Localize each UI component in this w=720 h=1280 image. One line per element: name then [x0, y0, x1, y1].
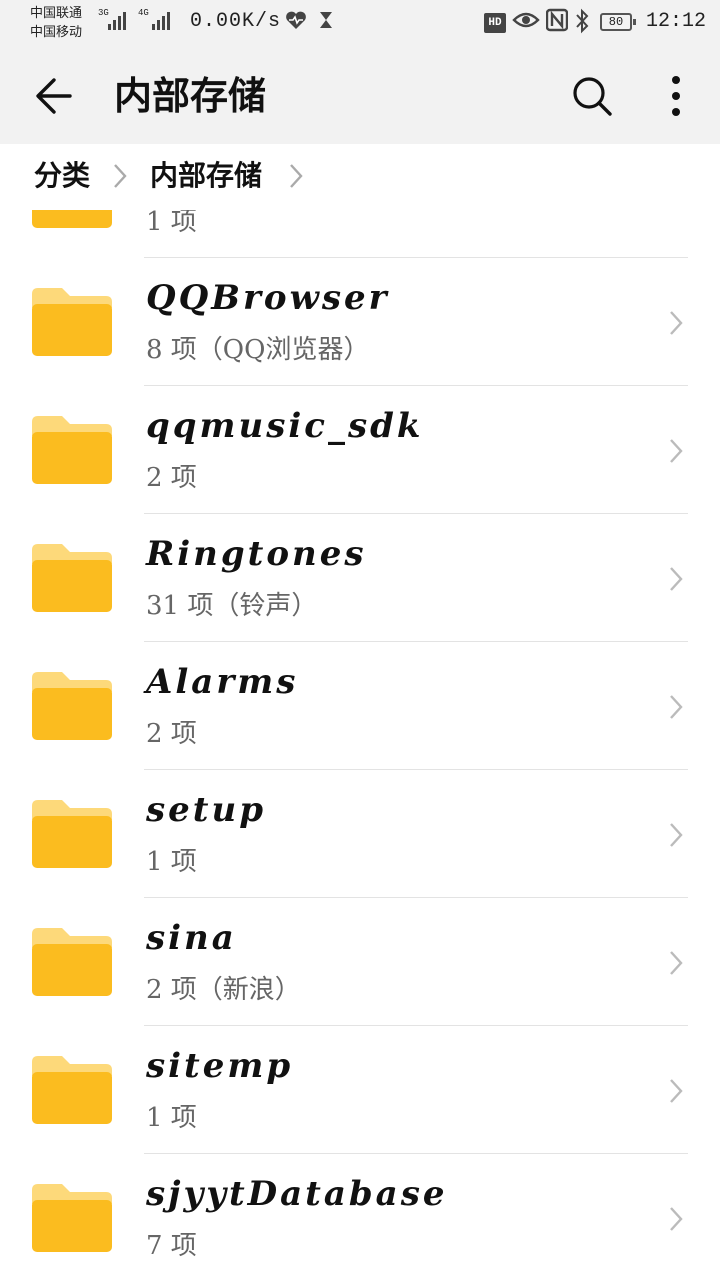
- folder-name: sjyytDatabase: [146, 1174, 448, 1214]
- folder-name: sitemp: [146, 1046, 294, 1086]
- network-speed: 0.00K/s: [190, 10, 282, 33]
- more-options-button[interactable]: [656, 70, 696, 122]
- folder-item-count: 7 项: [146, 1231, 197, 1261]
- folder-icon: [32, 288, 112, 356]
- list-item[interactable]: sina 2 项（新浪）: [0, 898, 720, 1026]
- eye-icon: [512, 8, 540, 41]
- list-item[interactable]: sjyytDatabase 7 项: [0, 1154, 720, 1280]
- folder-icon: [32, 928, 112, 996]
- breadcrumb: 分类 内部存储: [0, 144, 720, 210]
- list-item[interactable]: Alarms 2 项: [0, 642, 720, 770]
- folder-name: setup: [146, 790, 266, 830]
- battery-icon: 80: [600, 13, 636, 31]
- list-item[interactable]: QQBrowser 8 项（QQ浏览器）: [0, 258, 720, 386]
- breadcrumb-item-internal-storage[interactable]: 内部存储: [150, 158, 262, 194]
- folder-item-count: 8 项（QQ浏览器）: [146, 335, 370, 365]
- folder-item-count: 2 项（新浪）: [146, 975, 301, 1005]
- status-bar: 中国联通 中国移动 3G 4G 0.00K/s HD 80 12:12: [0, 0, 720, 48]
- list-item[interactable]: setup 1 项: [0, 770, 720, 898]
- back-button[interactable]: [26, 68, 82, 124]
- folder-item-count: 31 项（铃声）: [146, 591, 318, 621]
- breadcrumb-item-category[interactable]: 分类: [34, 158, 90, 194]
- folder-name: qqmusic_sdk: [146, 406, 424, 446]
- folder-item-count: 2 项: [146, 463, 197, 493]
- folder-icon: [32, 544, 112, 612]
- nfc-icon: [545, 8, 569, 41]
- network-type-1: 3G: [98, 8, 109, 18]
- folder-name: Ringtones: [146, 534, 367, 574]
- carrier-1-label: 中国联通: [30, 6, 83, 21]
- chevron-right-icon: [670, 439, 683, 463]
- folder-item-count: 1 项: [146, 847, 197, 877]
- app-bar: 内部存储: [0, 48, 720, 144]
- carrier-labels: 中国联通 中国移动: [30, 4, 82, 42]
- network-type-2: 4G: [138, 8, 149, 18]
- more-vert-icon: [672, 76, 680, 116]
- carrier-2-label: 中国移动: [30, 25, 83, 40]
- folder-icon: [32, 800, 112, 868]
- folder-icon: [32, 416, 112, 484]
- hourglass-icon: [318, 8, 334, 41]
- chevron-right-icon: [114, 164, 127, 188]
- chevron-right-icon: [670, 311, 683, 335]
- signal-1-icon: 3G: [98, 8, 126, 30]
- clock: 12:12: [646, 10, 707, 33]
- folder-icon: [32, 1184, 112, 1252]
- chevron-right-icon: [670, 1207, 683, 1231]
- folder-name: Alarms: [146, 662, 299, 702]
- folder-icon: [32, 672, 112, 740]
- list-item[interactable]: sitemp 1 项: [0, 1026, 720, 1154]
- folder-list[interactable]: 1 项 QQBrowser 8 项（QQ浏览器） qqmusic_sdk 2 项 Ring…: [0, 152, 720, 1280]
- chevron-right-icon: [670, 951, 683, 975]
- search-icon: [573, 77, 612, 116]
- chevron-right-icon: [670, 823, 683, 847]
- search-button[interactable]: [566, 70, 618, 122]
- folder-name: QQBrowser: [146, 278, 390, 318]
- bluetooth-icon: [574, 8, 590, 43]
- signal-2-icon: 4G: [138, 8, 170, 30]
- hd-icon: HD: [484, 13, 506, 33]
- folder-item-count: 2 项: [146, 719, 197, 749]
- chevron-right-icon: [670, 567, 683, 591]
- folder-item-count: 1 项: [146, 1103, 197, 1133]
- folder-icon: [32, 1056, 112, 1124]
- chevron-right-icon: [670, 1079, 683, 1103]
- chevron-right-icon: [670, 695, 683, 719]
- list-item[interactable]: Ringtones 31 项（铃声）: [0, 514, 720, 642]
- back-arrow-icon: [36, 78, 72, 114]
- heart-rate-icon: [284, 8, 308, 41]
- page-title: 内部存储: [114, 73, 267, 118]
- chevron-right-icon: [290, 164, 303, 188]
- list-item[interactable]: qqmusic_sdk 2 项: [0, 386, 720, 514]
- folder-name: sina: [146, 918, 237, 958]
